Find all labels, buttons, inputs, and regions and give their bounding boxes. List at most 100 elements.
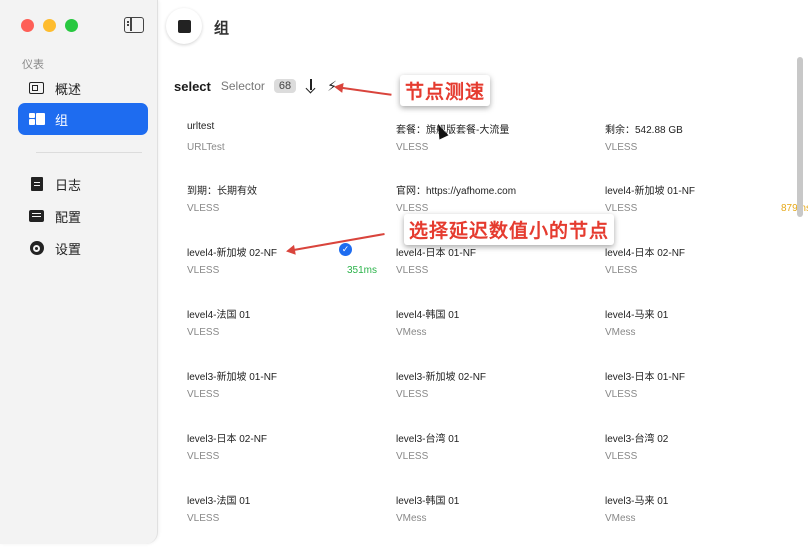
download-icon[interactable] bbox=[305, 79, 317, 93]
proxy-name: 官网：https://yafhome.com bbox=[396, 186, 517, 197]
proxy-name: level4-新加坡 02-NF bbox=[187, 248, 278, 259]
proxy-item[interactable]: level3-台湾 02 VLESS bbox=[605, 430, 795, 480]
sidebar-item-label: 组 bbox=[55, 112, 69, 128]
proxy-item[interactable]: level4-韩国 01 VMess bbox=[396, 306, 586, 356]
proxy-type: VMess bbox=[605, 327, 636, 338]
proxy-name: 到期：长期有效 bbox=[187, 186, 257, 197]
proxy-type: VLESS bbox=[187, 513, 220, 524]
proxy-item[interactable]: level3-新加坡 02-NF VLESS bbox=[396, 368, 586, 418]
proxy-name: level3-日本 02-NF bbox=[187, 434, 268, 445]
proxy-item[interactable]: level3-韩国 01 VMess bbox=[396, 492, 586, 542]
proxy-name: level4-韩国 01 bbox=[396, 310, 460, 321]
close-window-button[interactable] bbox=[21, 19, 34, 32]
sidebar-item-label: 日志 bbox=[55, 177, 82, 193]
annotation-speed-test: 节点测速 bbox=[400, 75, 491, 106]
proxy-type: VLESS bbox=[396, 265, 429, 276]
zoom-window-button[interactable] bbox=[65, 19, 78, 32]
sidebar-item-logs[interactable]: 日志 bbox=[18, 168, 148, 200]
proxy-type: VLESS bbox=[187, 327, 220, 338]
config-icon bbox=[29, 209, 44, 224]
proxy-type: VMess bbox=[605, 513, 636, 524]
sidebar-item-label: 概述 bbox=[55, 81, 82, 97]
proxy-type: VLESS bbox=[187, 451, 220, 462]
proxy-item[interactable]: level3-法国 01 VLESS bbox=[187, 492, 377, 542]
sidebar-item-groups[interactable]: 组 bbox=[18, 103, 148, 135]
proxy-item[interactable]: level3-台湾 01 VLESS bbox=[396, 430, 586, 480]
proxy-type: URLTest bbox=[187, 142, 225, 153]
proxy-type: VLESS bbox=[187, 265, 220, 276]
sidebar-item-config[interactable]: 配置 bbox=[18, 200, 148, 232]
proxy-type: VLESS bbox=[396, 389, 429, 400]
group-header: select Selector 68 ⚡︎ bbox=[174, 76, 337, 96]
proxy-item[interactable]: level3-马来 01 VMess bbox=[605, 492, 795, 542]
scrollbar[interactable] bbox=[797, 57, 803, 217]
proxy-name: level3-新加坡 01-NF bbox=[187, 372, 278, 383]
proxy-name: level4-日本 02-NF bbox=[605, 248, 686, 259]
sidebar: 仪表 概述 组 日志 配置 设置 bbox=[0, 0, 158, 544]
stop-button[interactable] bbox=[166, 8, 202, 44]
proxy-name: level3-法国 01 bbox=[187, 496, 251, 507]
proxy-type: VLESS bbox=[187, 203, 220, 214]
page-title: 组 bbox=[214, 20, 230, 37]
sidebar-item-overview[interactable]: 概述 bbox=[18, 72, 148, 104]
proxy-name: level4-法国 01 bbox=[187, 310, 251, 321]
proxy-type: VLESS bbox=[396, 451, 429, 462]
proxy-name: urltest bbox=[187, 121, 215, 132]
proxy-item[interactable]: 剩余：542.88 GB VLESS bbox=[605, 121, 795, 171]
group-type: Selector bbox=[220, 79, 265, 93]
proxy-item[interactable]: 套餐：旗舰版套餐-大流量 VLESS bbox=[396, 121, 586, 171]
stop-icon bbox=[177, 19, 191, 33]
app-window: 仪表 概述 组 日志 配置 设置 组 select Selector 68 ⚡︎… bbox=[0, 0, 808, 552]
proxy-type: VLESS bbox=[187, 389, 220, 400]
proxy-type: VLESS bbox=[396, 203, 429, 214]
proxy-name: level3-台湾 01 bbox=[396, 434, 460, 445]
settings-icon bbox=[29, 241, 44, 256]
proxy-name: level3-新加坡 02-NF bbox=[396, 372, 487, 383]
proxy-item[interactable]: level4-马来 01 VMess bbox=[605, 306, 795, 356]
sidebar-divider bbox=[36, 152, 142, 153]
proxy-type: VLESS bbox=[605, 389, 638, 400]
proxy-delay[interactable]: 879ms bbox=[781, 203, 808, 214]
proxy-name: level4-日本 01-NF bbox=[396, 248, 477, 259]
proxy-item[interactable]: level4-新加坡 02-NF VLESS 351ms ✓ bbox=[187, 243, 377, 294]
sidebar-item-label: 配置 bbox=[55, 209, 82, 225]
proxy-item[interactable]: urltest URLTest bbox=[187, 121, 377, 171]
sidebar-toggle-icon[interactable] bbox=[124, 17, 144, 33]
proxy-type: VLESS bbox=[605, 265, 638, 276]
annotation-choose-node: 选择延迟数值小的节点 bbox=[404, 214, 615, 245]
sidebar-item-settings[interactable]: 设置 bbox=[18, 232, 148, 264]
proxy-item[interactable]: level4-法国 01 VLESS bbox=[187, 306, 377, 356]
proxy-name: level3-马来 01 bbox=[605, 496, 669, 507]
proxy-type: VLESS bbox=[605, 451, 638, 462]
selected-check-icon: ✓ bbox=[339, 243, 352, 256]
proxy-item[interactable]: level3-日本 01-NF VLESS bbox=[605, 368, 795, 418]
proxy-delay[interactable]: 351ms bbox=[347, 265, 377, 276]
proxy-name: level3-韩国 01 bbox=[396, 496, 460, 507]
sidebar-item-label: 设置 bbox=[55, 241, 82, 257]
proxy-item[interactable]: level4-新加坡 01-NF VLESS 879ms bbox=[605, 182, 808, 232]
minimize-window-button[interactable] bbox=[43, 19, 56, 32]
sidebar-section-label: 仪表 bbox=[22, 59, 44, 71]
proxy-type: VMess bbox=[396, 513, 427, 524]
proxy-type: VLESS bbox=[605, 203, 638, 214]
proxy-name: level4-新加坡 01-NF bbox=[605, 186, 696, 197]
log-icon bbox=[29, 177, 44, 192]
proxy-type: VLESS bbox=[396, 142, 429, 153]
proxy-type: VLESS bbox=[605, 142, 638, 153]
group-count-badge: 68 bbox=[273, 79, 297, 93]
annotation-arrow-speed-test bbox=[335, 86, 392, 96]
proxy-name: level3-日本 01-NF bbox=[605, 372, 686, 383]
proxy-item[interactable]: level4-日本 02-NF VLESS bbox=[605, 244, 795, 294]
overview-icon bbox=[29, 81, 44, 96]
proxy-name: level4-马来 01 bbox=[605, 310, 669, 321]
proxy-name: level3-台湾 02 bbox=[605, 434, 669, 445]
proxy-item[interactable]: 到期：长期有效 VLESS bbox=[187, 182, 377, 232]
proxy-item[interactable]: level3-新加坡 01-NF VLESS bbox=[187, 368, 377, 418]
proxy-name: 剩余：542.88 GB bbox=[605, 125, 683, 136]
proxy-item[interactable]: level3-日本 02-NF VLESS bbox=[187, 430, 377, 480]
proxy-name: 套餐：旗舰版套餐-大流量 bbox=[396, 125, 510, 136]
group-icon bbox=[29, 112, 45, 127]
proxy-type: VMess bbox=[396, 327, 427, 338]
group-name[interactable]: select bbox=[174, 79, 211, 94]
proxy-item[interactable]: level4-日本 01-NF VLESS bbox=[396, 244, 586, 294]
